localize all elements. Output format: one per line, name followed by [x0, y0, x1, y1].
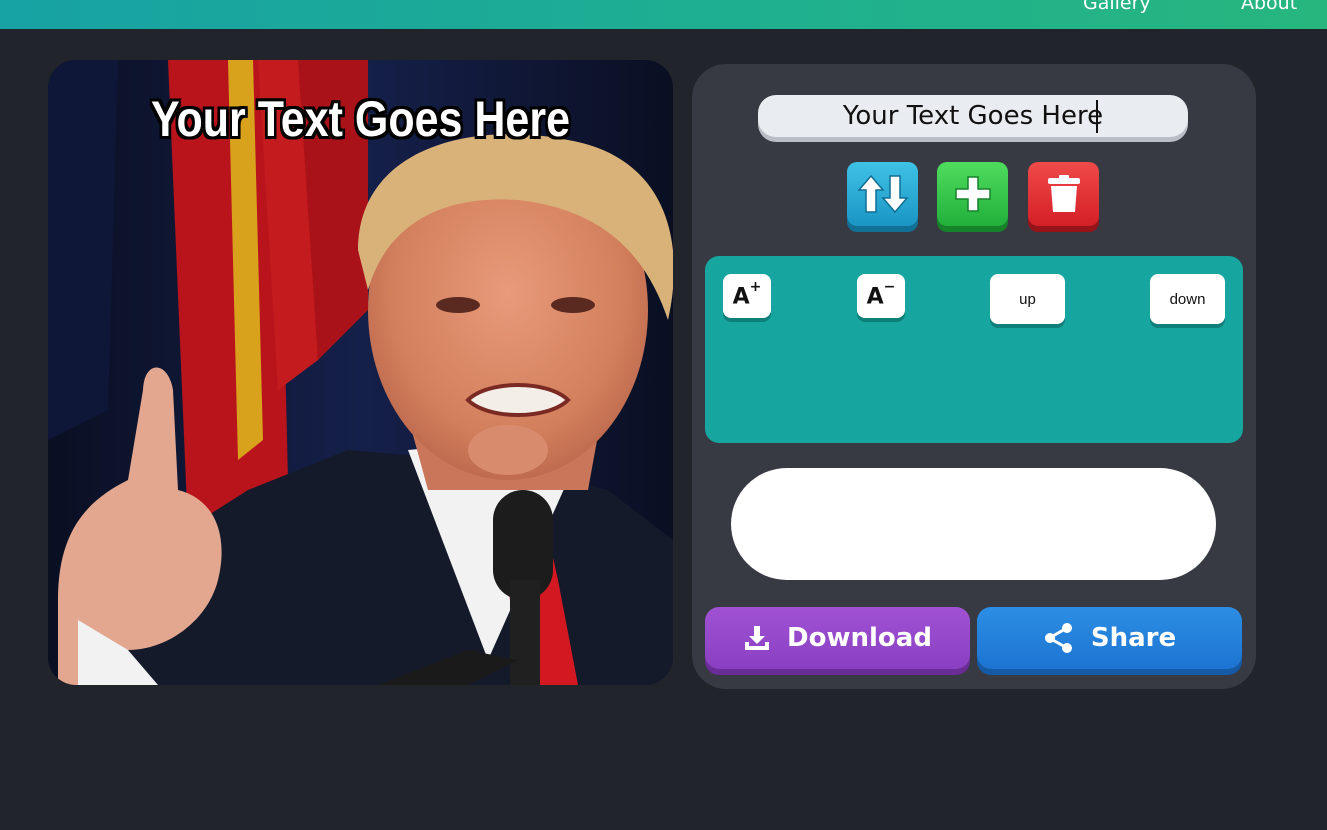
download-icon — [745, 626, 770, 650]
text-controls-panel: A+ A− up down — [705, 256, 1243, 443]
swap-updown-icon — [856, 174, 909, 214]
swap-text-button[interactable] — [847, 162, 918, 226]
share-label: Share — [1090, 623, 1177, 653]
move-down-button[interactable]: down — [1150, 274, 1225, 324]
top-nav-bar: Gallery About — [0, 0, 1327, 29]
plus-icon — [954, 176, 991, 212]
text-caret — [1096, 100, 1098, 133]
download-button[interactable]: Download — [705, 607, 970, 669]
download-label: Download — [787, 623, 932, 653]
trash-icon — [1047, 175, 1080, 212]
font-decrease-button[interactable]: A− — [857, 274, 905, 318]
font-increase-icon: A+ — [732, 278, 762, 310]
share-icon — [1044, 623, 1072, 653]
meme-preview: Your Text Goes Here — [48, 60, 673, 685]
editor-panel: A+ A− up down Download Share — [692, 64, 1256, 689]
share-button[interactable]: Share — [977, 607, 1242, 669]
add-text-button[interactable] — [937, 162, 1008, 226]
meme-caption[interactable]: Your Text Goes Here — [92, 90, 630, 148]
meme-photo — [48, 60, 673, 685]
color-picker-area[interactable] — [731, 468, 1216, 580]
nav-gallery-link[interactable]: Gallery — [1083, 0, 1151, 14]
delete-text-button[interactable] — [1028, 162, 1099, 226]
font-decrease-icon: A− — [866, 278, 896, 310]
meme-text-input[interactable] — [758, 95, 1188, 137]
move-up-button[interactable]: up — [990, 274, 1065, 324]
nav-about-link[interactable]: About — [1241, 0, 1297, 14]
font-increase-button[interactable]: A+ — [723, 274, 771, 318]
